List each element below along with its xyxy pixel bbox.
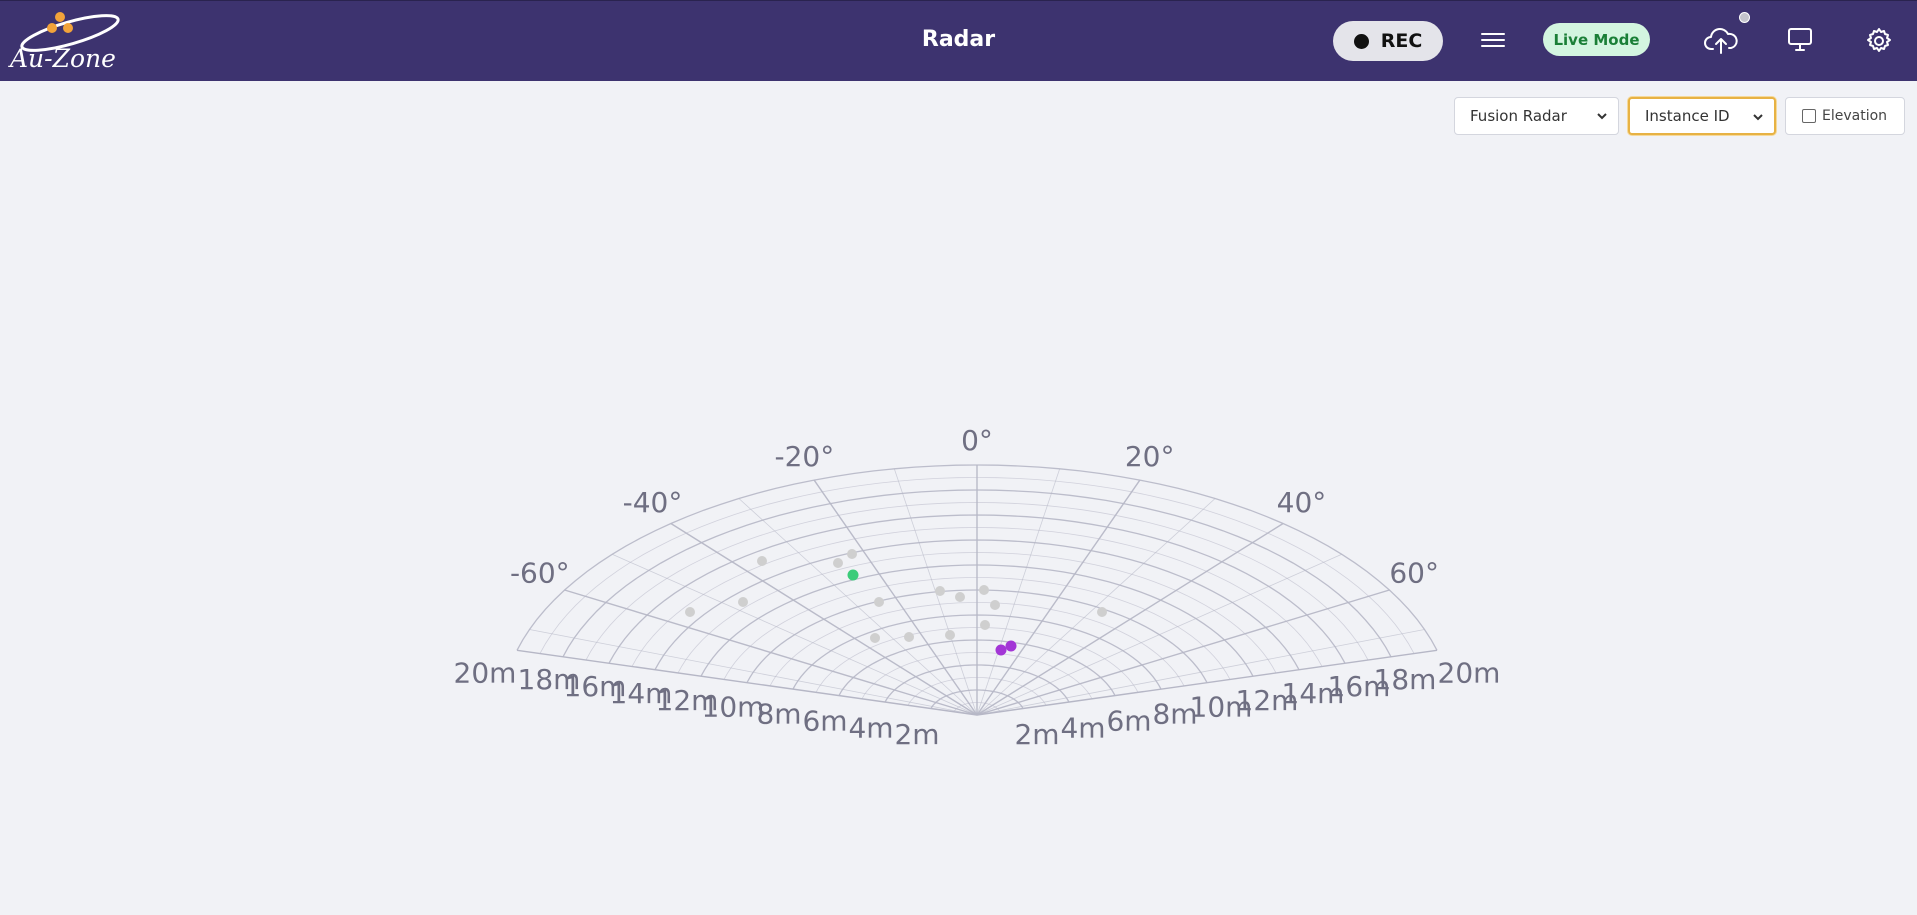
radar-points	[685, 549, 1107, 656]
angle-label: -20°	[774, 440, 834, 473]
radar-point	[935, 586, 945, 596]
radar-point	[757, 556, 767, 566]
angle-label: -60°	[510, 557, 570, 590]
radar-point-instance	[1005, 640, 1017, 652]
angle-spoke	[738, 498, 978, 716]
radar-point	[874, 597, 884, 607]
angle-label: 0°	[961, 424, 993, 457]
range-label: 20m	[454, 656, 517, 689]
top-bar: Au-Zone Radar REC Live Mode	[0, 0, 1917, 81]
angle-label: 20°	[1125, 440, 1175, 473]
radar-point	[833, 558, 843, 568]
angle-label: 60°	[1389, 557, 1439, 590]
record-label: REC	[1380, 30, 1423, 52]
live-mode-button[interactable]: Live Mode	[1543, 23, 1650, 56]
radar-point	[980, 620, 990, 630]
range-label: 6m	[1106, 704, 1151, 737]
radar-point	[1097, 607, 1107, 617]
radar-point	[955, 592, 965, 602]
radar-point	[847, 549, 857, 559]
monitor-icon[interactable]	[1786, 26, 1814, 54]
range-label: 20m	[1438, 656, 1501, 689]
au-zone-logo: Au-Zone	[8, 9, 133, 75]
radar-point	[904, 632, 914, 642]
angle-spoke	[976, 468, 1061, 716]
range-label: 2m	[894, 718, 939, 751]
radar-point-instance	[995, 644, 1007, 656]
record-button[interactable]: REC	[1333, 21, 1443, 61]
connection-status-dot	[1739, 12, 1750, 23]
record-dot-icon	[1353, 33, 1369, 49]
logo-text: Au-Zone	[8, 44, 116, 73]
cloud-upload-icon[interactable]	[1704, 26, 1738, 56]
radar-point	[979, 585, 989, 595]
angle-spoke	[976, 498, 1216, 716]
range-label: 4m	[848, 711, 893, 744]
range-label: 18m	[518, 663, 581, 696]
menu-icon[interactable]	[1479, 29, 1507, 53]
radar-point	[685, 607, 695, 617]
page-title: Radar	[921, 27, 996, 52]
radar-plot[interactable]: -60°-40°-20° 0° 20°40°60°2m 2m4m 4m6m 6m8m 8m1…	[0, 81, 1917, 915]
angle-label: -40°	[623, 486, 683, 519]
range-label: 6m	[802, 704, 847, 737]
gear-icon[interactable]	[1864, 26, 1894, 56]
radar-point-instance	[847, 569, 859, 581]
radar-point	[870, 633, 880, 643]
radar-point	[738, 597, 748, 607]
radar-point	[945, 630, 955, 640]
range-label: 2m	[1014, 718, 1059, 751]
range-label: 18m	[1374, 663, 1437, 696]
angle-label: 40°	[1277, 486, 1327, 519]
radar-point	[990, 600, 1000, 610]
range-label: 4m	[1060, 711, 1105, 744]
